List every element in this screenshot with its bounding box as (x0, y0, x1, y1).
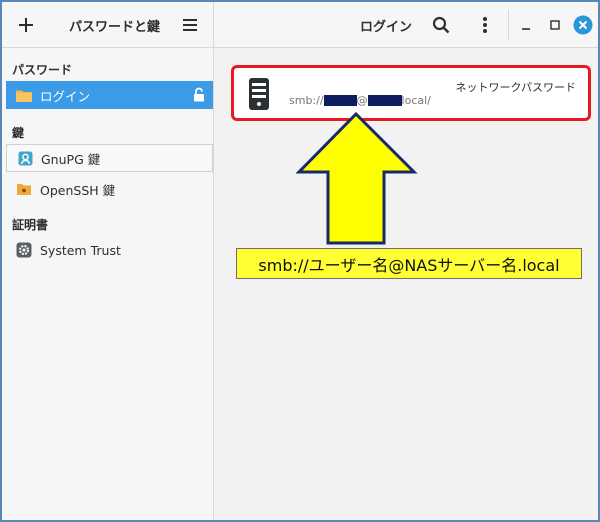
plus-icon[interactable] (12, 11, 40, 39)
close-icon[interactable] (569, 11, 597, 39)
minimize-icon[interactable] (512, 11, 540, 39)
sidebar-item-label: OpenSSH 鍵 (40, 182, 116, 198)
sidebar-item-label: ログイン (40, 88, 91, 104)
hamburger-icon[interactable] (176, 11, 204, 39)
header-bar: パスワードと鍵 ログイン (2, 2, 598, 48)
section-heading-keys: 鍵 (12, 126, 25, 140)
sidebar-item-system-trust[interactable]: System Trust (6, 236, 213, 264)
unlocked-padlock-icon[interactable] (193, 87, 205, 105)
search-icon[interactable] (427, 11, 455, 39)
vertical-dots-icon[interactable] (471, 11, 499, 39)
redacted-username (323, 95, 357, 106)
sidebar-header: パスワードと鍵 (2, 2, 214, 48)
up-arrow-annotation (296, 112, 418, 245)
maximize-icon[interactable] (541, 11, 569, 39)
server-icon (248, 77, 270, 115)
sidebar-item-login[interactable]: ログイン (6, 81, 213, 109)
uri-suffix: local/ (401, 94, 431, 107)
entry-type-label: ネットワークパスワード (455, 81, 576, 94)
app-window: パスワードと鍵 ログイン パスワード ログイン 鍵 GnuPG 鍵 OpenSS… (0, 0, 600, 522)
sidebar-item-openssh[interactable]: OpenSSH 鍵 (6, 175, 213, 203)
header-separator (508, 10, 509, 40)
annotation-callout: smb://ユーザー名@NASサーバー名.local (236, 248, 582, 279)
ssh-folder-icon (16, 182, 32, 196)
redacted-servername (367, 95, 402, 106)
uri-prefix: smb:// (289, 94, 324, 107)
gear-certificate-icon (16, 242, 32, 258)
sidebar-item-label: GnuPG 鍵 (41, 151, 101, 167)
section-heading-passwords: パスワード (12, 63, 73, 77)
gnupg-key-icon (17, 151, 33, 165)
section-heading-certificates: 証明書 (12, 218, 49, 232)
sidebar-item-label: System Trust (40, 242, 121, 258)
entry-uri: smb:// @ local/ (289, 94, 431, 107)
folder-icon (16, 88, 32, 102)
sidebar: パスワード ログイン 鍵 GnuPG 鍵 OpenSSH 鍵 証明書 Syste… (2, 49, 214, 520)
sidebar-item-gnupg[interactable]: GnuPG 鍵 (6, 144, 213, 172)
view-title: ログイン (360, 20, 413, 35)
uri-at: @ (356, 94, 368, 107)
app-title: パスワードと鍵 (69, 20, 161, 35)
